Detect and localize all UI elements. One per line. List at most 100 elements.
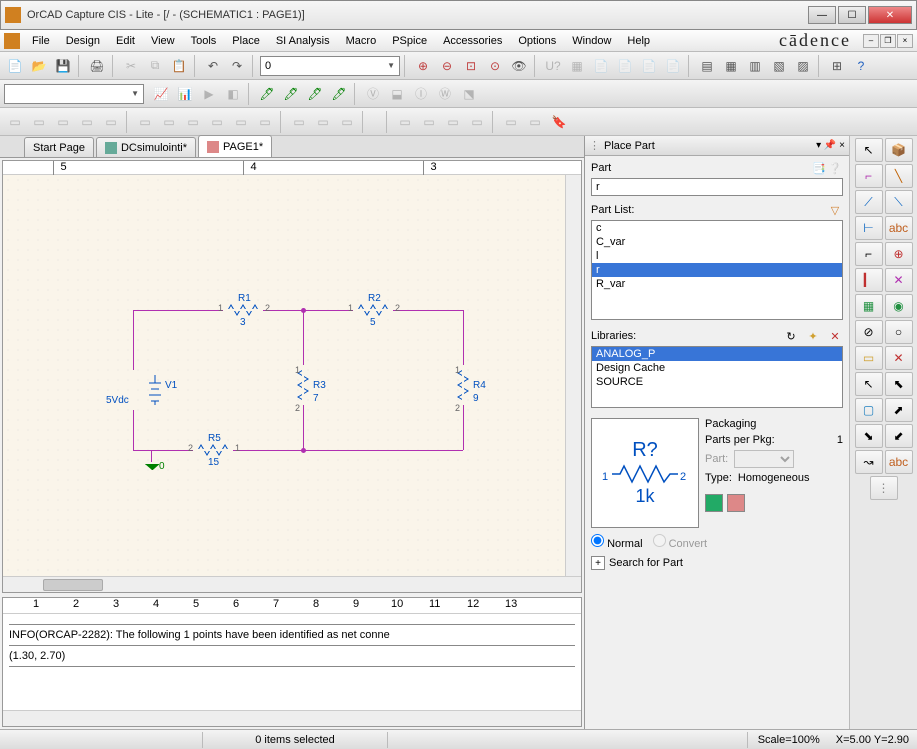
copy-icon[interactable]: ⧉ bbox=[144, 55, 166, 77]
paste-icon[interactable]: 📋 bbox=[168, 55, 190, 77]
doc2-icon[interactable]: 📄 bbox=[614, 55, 636, 77]
u-icon[interactable]: U? bbox=[542, 55, 564, 77]
probe-v-icon[interactable]: 🖊 bbox=[256, 83, 278, 105]
add-lib-icon[interactable]: ✦ bbox=[805, 328, 821, 344]
ellipse-tool-icon[interactable]: ○ bbox=[885, 320, 913, 344]
tab-dcsimulointi[interactable]: DCsimulointi* bbox=[96, 137, 196, 157]
t3-8-icon[interactable]: ▭ bbox=[182, 111, 204, 133]
zoom-tool-icon[interactable]: ⬊ bbox=[855, 424, 883, 448]
menu-view[interactable]: View bbox=[143, 32, 183, 50]
run-icon[interactable]: ▶ bbox=[198, 83, 220, 105]
t3-18-icon[interactable]: ▭ bbox=[466, 111, 488, 133]
t3-15-icon[interactable]: ▭ bbox=[394, 111, 416, 133]
vertical-scrollbar[interactable] bbox=[565, 175, 581, 576]
save-icon[interactable]: 💾 bbox=[52, 55, 74, 77]
marker-w-icon[interactable]: Ⓦ bbox=[434, 83, 456, 105]
t3-1-icon[interactable]: ▭ bbox=[4, 111, 26, 133]
t3-20-icon[interactable]: ▭ bbox=[524, 111, 546, 133]
lib-item-cache[interactable]: Design Cache bbox=[592, 361, 842, 375]
arc-tool-icon[interactable]: ↖ bbox=[855, 372, 883, 396]
zoom-area-icon[interactable]: ⊡ bbox=[460, 55, 482, 77]
pcb2-icon[interactable] bbox=[727, 494, 745, 512]
zoom-out-icon[interactable]: ⊖ bbox=[436, 55, 458, 77]
lib-item-source[interactable]: SOURCE bbox=[592, 375, 842, 389]
lib-item-analog[interactable]: ANALOG_P bbox=[592, 347, 842, 361]
redo-icon[interactable]: ↷ bbox=[226, 55, 248, 77]
t3-19-icon[interactable]: ▭ bbox=[500, 111, 522, 133]
select-tool-icon[interactable]: ↖ bbox=[855, 138, 883, 162]
hier-tool-icon[interactable]: ▦ bbox=[855, 294, 883, 318]
probe-d-icon[interactable]: 🖊 bbox=[328, 83, 350, 105]
menu-si-analysis[interactable]: SI Analysis bbox=[268, 32, 338, 50]
menu-help[interactable]: Help bbox=[619, 32, 658, 50]
hierpin-tool-icon[interactable]: ◉ bbox=[885, 294, 913, 318]
text-tool-icon[interactable]: abc bbox=[885, 216, 913, 240]
add-library-local-icon[interactable]: 📑 bbox=[811, 160, 827, 176]
t3-6-icon[interactable]: ▭ bbox=[134, 111, 156, 133]
doc-close-button[interactable]: × bbox=[897, 34, 913, 48]
offpage-tool-icon[interactable]: ✕ bbox=[885, 268, 913, 292]
junction-tool-icon[interactable]: ⟍ bbox=[885, 190, 913, 214]
t3-17-icon[interactable]: ▭ bbox=[442, 111, 464, 133]
sim-profile-combo[interactable] bbox=[4, 84, 144, 104]
poly-tool-icon[interactable]: ⬉ bbox=[885, 372, 913, 396]
t3-2-icon[interactable]: ▭ bbox=[28, 111, 50, 133]
t3-4-icon[interactable]: ▭ bbox=[76, 111, 98, 133]
menu-window[interactable]: Window bbox=[564, 32, 619, 50]
view-icon[interactable]: 👁 bbox=[508, 55, 530, 77]
tab-page1[interactable]: PAGE1* bbox=[198, 135, 272, 157]
log-body[interactable]: INFO(ORCAP-2282): The following 1 points… bbox=[3, 614, 581, 710]
wire-tool-icon[interactable]: ⌐ bbox=[855, 164, 883, 188]
place-part-header[interactable]: ⋮ Place Part ▾ 📌 × bbox=[585, 136, 849, 156]
menu-file[interactable]: File bbox=[24, 32, 58, 50]
tab-start-page[interactable]: Start Page bbox=[24, 137, 94, 157]
schematic-canvas[interactable]: V1 5Vdc R1 3 1 2 R2 5 1 2 bbox=[3, 175, 565, 576]
menu-options[interactable]: Options bbox=[510, 32, 564, 50]
misc1-tool-icon[interactable]: ↝ bbox=[855, 450, 883, 474]
show-footprint-icon[interactable]: ▦ bbox=[566, 55, 588, 77]
t3-5-icon[interactable]: ▭ bbox=[100, 111, 122, 133]
marker-i-icon[interactable]: Ⓘ bbox=[410, 83, 432, 105]
rect-tool-icon[interactable]: ▢ bbox=[855, 398, 883, 422]
voltage-source-v1[interactable] bbox=[147, 375, 163, 408]
menu-accessories[interactable]: Accessories bbox=[435, 32, 510, 50]
menu-design[interactable]: Design bbox=[58, 32, 108, 50]
expand-search-button[interactable]: + bbox=[591, 556, 605, 570]
part-help-icon[interactable]: ❔ bbox=[827, 160, 843, 176]
menu-macro[interactable]: Macro bbox=[338, 32, 385, 50]
pan-tool-icon[interactable]: ⬋ bbox=[885, 424, 913, 448]
menu-place[interactable]: Place bbox=[224, 32, 268, 50]
radio-normal[interactable]: Normal bbox=[591, 534, 643, 550]
libraries-list[interactable]: ANALOG_P Design Cache SOURCE bbox=[591, 346, 843, 408]
power-tool-icon[interactable]: ▎ bbox=[855, 268, 883, 292]
doc1-icon[interactable]: 📄 bbox=[590, 55, 612, 77]
marker-iv-icon[interactable]: ⬓ bbox=[386, 83, 408, 105]
misc3-tool-icon[interactable]: ⋮ bbox=[870, 476, 898, 500]
t3-14-icon[interactable]: ▭ bbox=[336, 111, 358, 133]
part-item-cvar[interactable]: C_var bbox=[592, 235, 842, 249]
t3-7-icon[interactable]: ▭ bbox=[158, 111, 180, 133]
t3-bookmark-icon[interactable]: 🔖 bbox=[548, 111, 570, 133]
menu-pspice[interactable]: PSpice bbox=[384, 32, 435, 50]
undo-icon[interactable]: ↶ bbox=[202, 55, 224, 77]
maximize-button[interactable]: ☐ bbox=[838, 6, 866, 24]
panel-pin-icon[interactable]: ▾ 📌 × bbox=[816, 140, 845, 151]
part-item-rvar[interactable]: R_var bbox=[592, 277, 842, 291]
part-item-r[interactable]: r bbox=[592, 263, 842, 277]
new-sim-icon[interactable]: 📊 bbox=[174, 83, 196, 105]
part-item-c[interactable]: c bbox=[592, 221, 842, 235]
horizontal-scrollbar[interactable] bbox=[3, 576, 581, 592]
crossref-icon[interactable]: ▧ bbox=[768, 55, 790, 77]
open-icon[interactable]: 📂 bbox=[28, 55, 50, 77]
print-icon[interactable]: 🖨 bbox=[86, 55, 108, 77]
log-scrollbar[interactable] bbox=[3, 710, 581, 726]
image-tool-icon[interactable]: ⬈ bbox=[885, 398, 913, 422]
place-part-tool-icon[interactable]: 📦 bbox=[885, 138, 913, 162]
delete-tool-icon[interactable]: ✕ bbox=[885, 346, 913, 370]
doc4-icon[interactable]: 📄 bbox=[662, 55, 684, 77]
view-results-icon[interactable]: ◧ bbox=[222, 83, 244, 105]
help-icon[interactable]: ? bbox=[850, 55, 872, 77]
zoom-fit-icon[interactable]: ⊙ bbox=[484, 55, 506, 77]
marker-v-icon[interactable]: Ⓥ bbox=[362, 83, 384, 105]
t3-11-icon[interactable]: ▭ bbox=[254, 111, 276, 133]
